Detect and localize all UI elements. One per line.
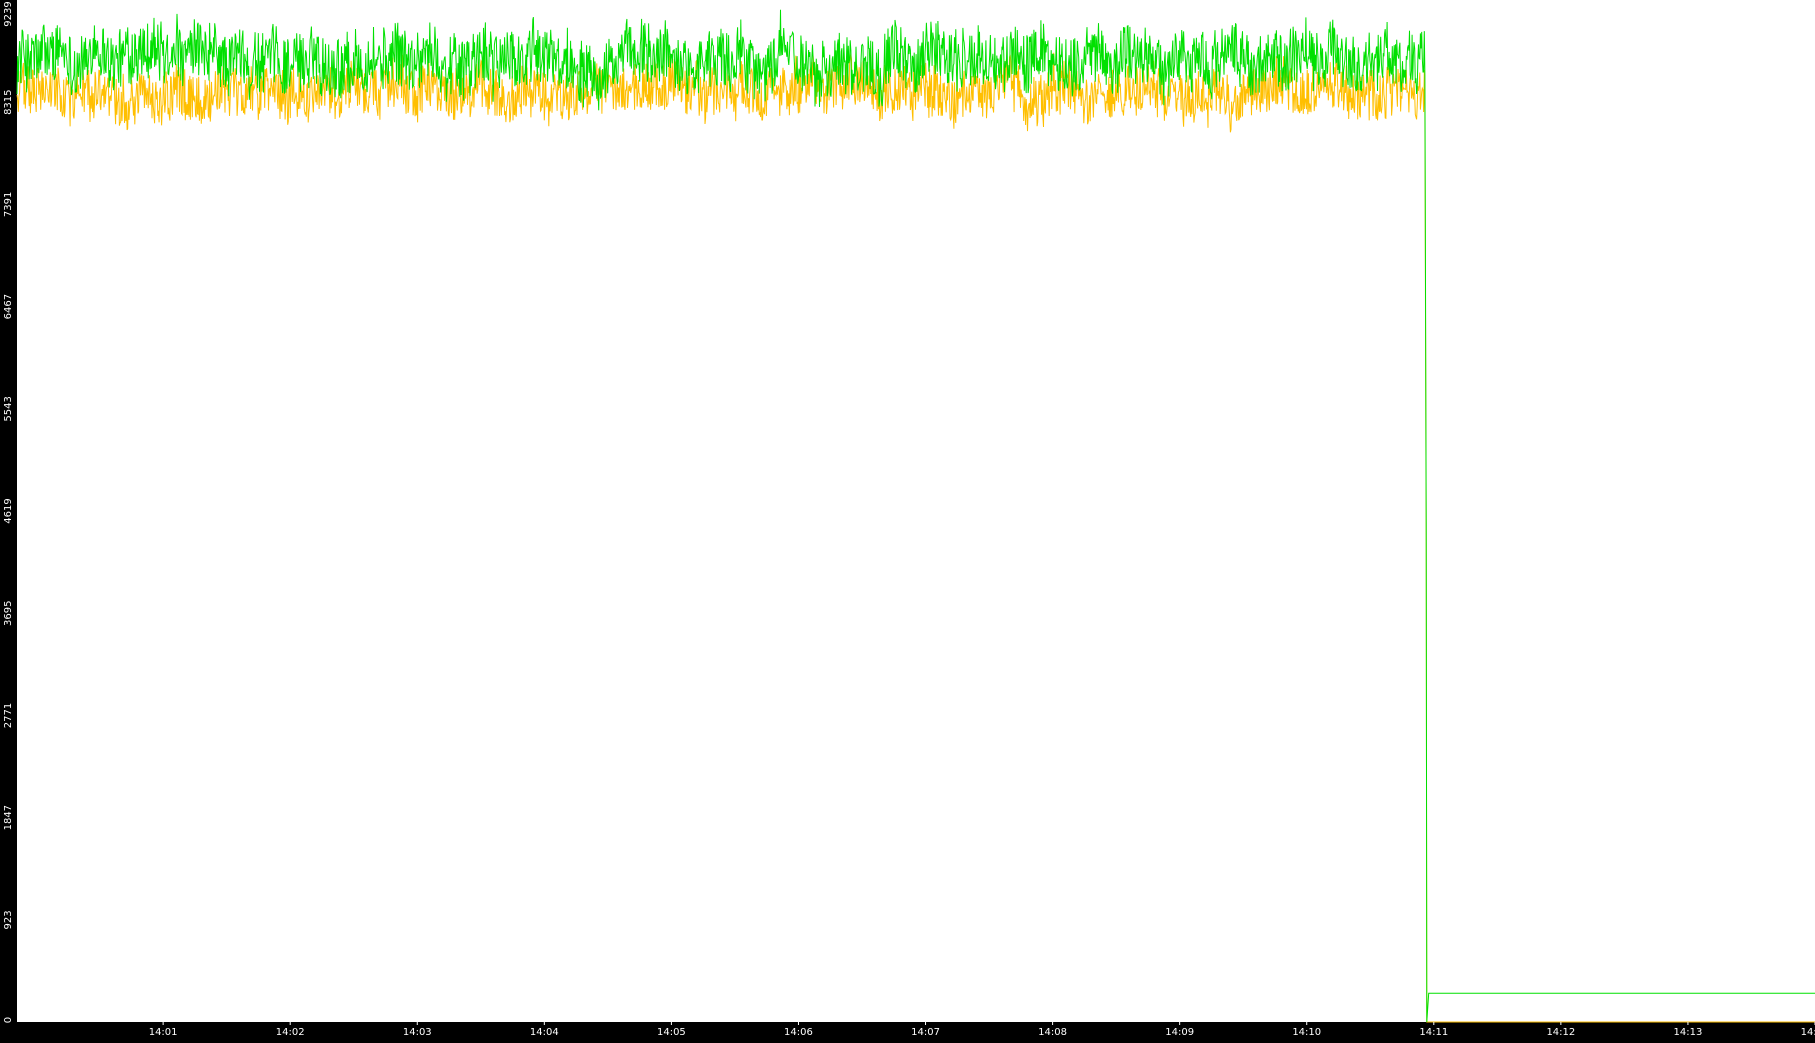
y-tick-label: 923	[3, 910, 14, 929]
y-tick-label: 2771	[3, 703, 14, 728]
line-chart: 0 923 1847 2771 3695 4619 5543 6467 7391 8315 9239…	[0, 0, 1815, 1039]
x-tick-label: 14:06	[784, 1027, 813, 1038]
x-tick-label: 14:14	[1801, 1027, 1815, 1038]
y-tick-label: 6467	[3, 294, 14, 319]
x-tick-label: 14:12	[1546, 1027, 1575, 1038]
y-tick-label: 1847	[3, 805, 14, 830]
x-tick-label: 14:02	[276, 1027, 305, 1038]
x-tick-label: 14:03	[403, 1027, 432, 1038]
y-tick-label: 5543	[3, 396, 14, 421]
plot-background	[17, 0, 1815, 1022]
chart: 0 923 1847 2771 3695 4619 5543 6467 7391 8315 9239…	[0, 0, 1815, 1039]
x-tick-label: 14:05	[657, 1027, 686, 1038]
y-tick-label: 4619	[3, 498, 14, 523]
x-tick-label: 14:08	[1038, 1027, 1067, 1038]
x-tick-label: 14:07	[911, 1027, 940, 1038]
y-tick-label: 7391	[3, 192, 14, 217]
y-tick-label: 0	[3, 1017, 14, 1023]
x-tick-label: 14:11	[1419, 1027, 1448, 1038]
y-tick-label: 3695	[3, 601, 14, 626]
y-tick-label: 8315	[3, 89, 14, 114]
x-tick-label: 14:09	[1165, 1027, 1194, 1038]
x-tick-label: 14:10	[1292, 1027, 1321, 1038]
x-tick-label: 14:13	[1674, 1027, 1703, 1038]
x-tick-label: 14:01	[149, 1027, 178, 1038]
y-tick-label: 9239	[3, 1, 14, 26]
x-tick-label: 14:04	[530, 1027, 559, 1038]
